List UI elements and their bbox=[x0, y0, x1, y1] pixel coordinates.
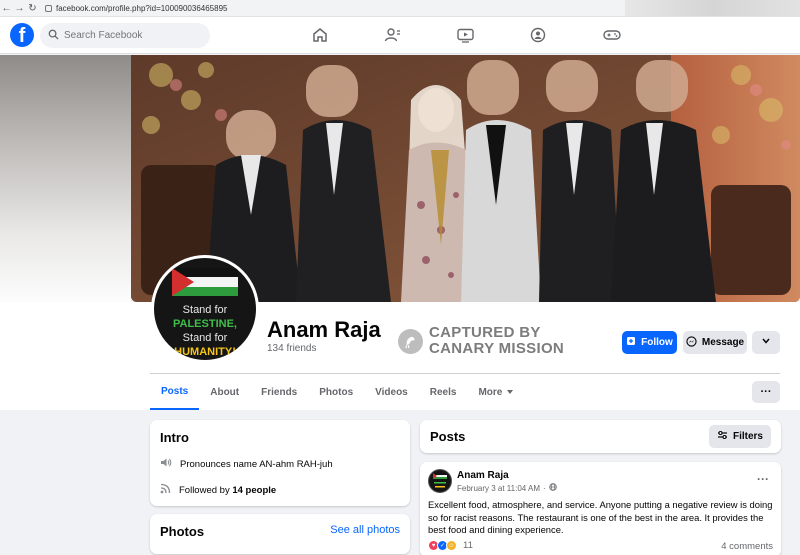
tab-about[interactable]: About bbox=[199, 374, 250, 410]
photos-title: Photos bbox=[160, 524, 205, 539]
caret-down-icon bbox=[506, 387, 514, 398]
post-meta: February 3 at 11:04 AM · bbox=[457, 483, 557, 493]
tab-reels[interactable]: Reels bbox=[419, 374, 468, 410]
intro-title: Intro bbox=[160, 430, 189, 445]
tab-label: Photos bbox=[319, 386, 354, 398]
friends-icon[interactable] bbox=[382, 26, 402, 44]
url-text: facebook.com/profile.php?id=100090036465… bbox=[56, 3, 228, 13]
avatar-slogan: Stand for PALESTINE, Stand for HUMANITY! bbox=[154, 303, 256, 359]
url-field[interactable]: facebook.com/profile.php?id=100090036465… bbox=[45, 4, 227, 13]
more-dots-icon: ··· bbox=[760, 386, 772, 398]
canary-logo-icon bbox=[398, 328, 423, 354]
meta-separator: · bbox=[543, 483, 546, 493]
browser-toolbar-extensions bbox=[625, 0, 800, 16]
pronunciation-row[interactable]: Pronounces name AN-ahm RAH-juh bbox=[160, 457, 400, 471]
avatar-line: Stand for bbox=[182, 304, 228, 316]
sliders-icon bbox=[717, 430, 728, 443]
tab-label: Friends bbox=[261, 386, 298, 398]
avatar-line: HUMANITY! bbox=[174, 346, 236, 358]
globe-icon bbox=[548, 483, 557, 493]
follow-label: Follow bbox=[641, 337, 673, 348]
pronunciation-text: Pronounces name AN-ahm RAH-juh bbox=[180, 458, 333, 470]
tab-posts[interactable]: Posts bbox=[150, 374, 200, 410]
forward-icon[interactable]: → bbox=[13, 3, 26, 14]
search-input[interactable] bbox=[64, 30, 204, 41]
avatar-line: PALESTINE, bbox=[173, 318, 237, 330]
tab-label: Videos bbox=[375, 386, 408, 398]
followers-text: Followed by 14 people bbox=[179, 485, 276, 496]
site-info-icon[interactable] bbox=[45, 4, 52, 12]
facebook-header: f bbox=[0, 17, 800, 54]
facebook-logo[interactable]: f bbox=[10, 23, 34, 47]
post-text: Excellent food, atmosphere, and service.… bbox=[428, 499, 773, 535]
video-icon[interactable] bbox=[455, 26, 475, 44]
avatar-line: Stand for bbox=[182, 332, 228, 344]
filters-button[interactable]: Filters bbox=[708, 425, 771, 448]
messenger-icon bbox=[686, 335, 697, 350]
haha-reaction-icon: ☺ bbox=[446, 540, 457, 551]
tab-friends[interactable]: Friends bbox=[250, 374, 308, 410]
tab-more[interactable]: More bbox=[467, 374, 525, 410]
watermark-line: CANARY MISSION bbox=[429, 340, 565, 357]
browser-address-bar: ← → ↻ facebook.com/profile.php?id=100090… bbox=[0, 0, 800, 17]
friends-count[interactable]: 134 friends bbox=[267, 343, 316, 354]
profile-avatar[interactable]: Stand for PALESTINE, Stand for HUMANITY! bbox=[151, 255, 259, 363]
tab-label: Posts bbox=[161, 385, 189, 397]
search-icon bbox=[48, 27, 59, 45]
post-author[interactable]: Anam Raja bbox=[457, 470, 509, 481]
reload-icon[interactable]: ↻ bbox=[26, 3, 39, 14]
message-button[interactable]: Message bbox=[683, 331, 747, 354]
tab-photos[interactable]: Photos bbox=[308, 374, 364, 410]
follow-button[interactable]: Follow bbox=[622, 331, 677, 354]
groups-icon[interactable] bbox=[528, 26, 548, 44]
reaction-summary[interactable]: ♥ ✓ ☺ 11 bbox=[428, 540, 473, 551]
speaker-icon bbox=[160, 457, 172, 471]
palestine-flag-icon bbox=[172, 268, 238, 296]
message-label: Message bbox=[701, 337, 745, 348]
back-icon[interactable]: ← bbox=[0, 3, 13, 14]
tab-label: More bbox=[478, 386, 503, 398]
photos-card: Photos See all photos bbox=[150, 514, 410, 554]
followers-count[interactable]: 14 people bbox=[232, 485, 276, 496]
profile-name: Anam Raja bbox=[267, 317, 381, 342]
tab-label: Reels bbox=[429, 386, 457, 398]
rss-icon bbox=[160, 483, 171, 497]
tab-videos[interactable]: Videos bbox=[364, 374, 419, 410]
profile-options-button[interactable] bbox=[752, 331, 780, 354]
watermark-line: CAPTURED BY bbox=[429, 324, 541, 341]
cover-side-gradient bbox=[0, 55, 131, 310]
home-icon[interactable] bbox=[310, 26, 330, 44]
search-box[interactable] bbox=[40, 23, 210, 48]
followers-row: Followed by 14 people bbox=[160, 483, 400, 497]
watermark: CAPTURED BY CANARY MISSION bbox=[398, 325, 564, 357]
gaming-icon[interactable] bbox=[602, 26, 622, 44]
tabs-overflow-button[interactable]: ··· bbox=[752, 381, 780, 403]
post-card: Anam Raja February 3 at 11:04 AM · ··· E… bbox=[420, 462, 781, 555]
post-date[interactable]: February 3 at 11:04 AM bbox=[457, 484, 540, 493]
chevron-down-icon bbox=[761, 337, 771, 348]
follow-icon bbox=[626, 336, 636, 349]
followers-prefix: Followed by bbox=[179, 484, 233, 496]
intro-card: Intro Pronounces name AN-ahm RAH-juh Fol… bbox=[150, 420, 410, 506]
filters-label: Filters bbox=[732, 431, 763, 442]
comments-count[interactable]: 4 comments bbox=[721, 541, 773, 552]
profile-tabs: Posts About Friends Photos Videos Reels … bbox=[150, 374, 525, 410]
post-author-avatar[interactable] bbox=[428, 469, 452, 493]
see-all-photos-link[interactable]: See all photos bbox=[330, 524, 400, 544]
reaction-count: 11 bbox=[463, 540, 473, 551]
posts-header-card: Posts Filters bbox=[420, 420, 781, 453]
posts-title: Posts bbox=[430, 429, 466, 444]
tab-label: About bbox=[210, 386, 240, 398]
post-options-icon[interactable]: ··· bbox=[757, 472, 769, 486]
